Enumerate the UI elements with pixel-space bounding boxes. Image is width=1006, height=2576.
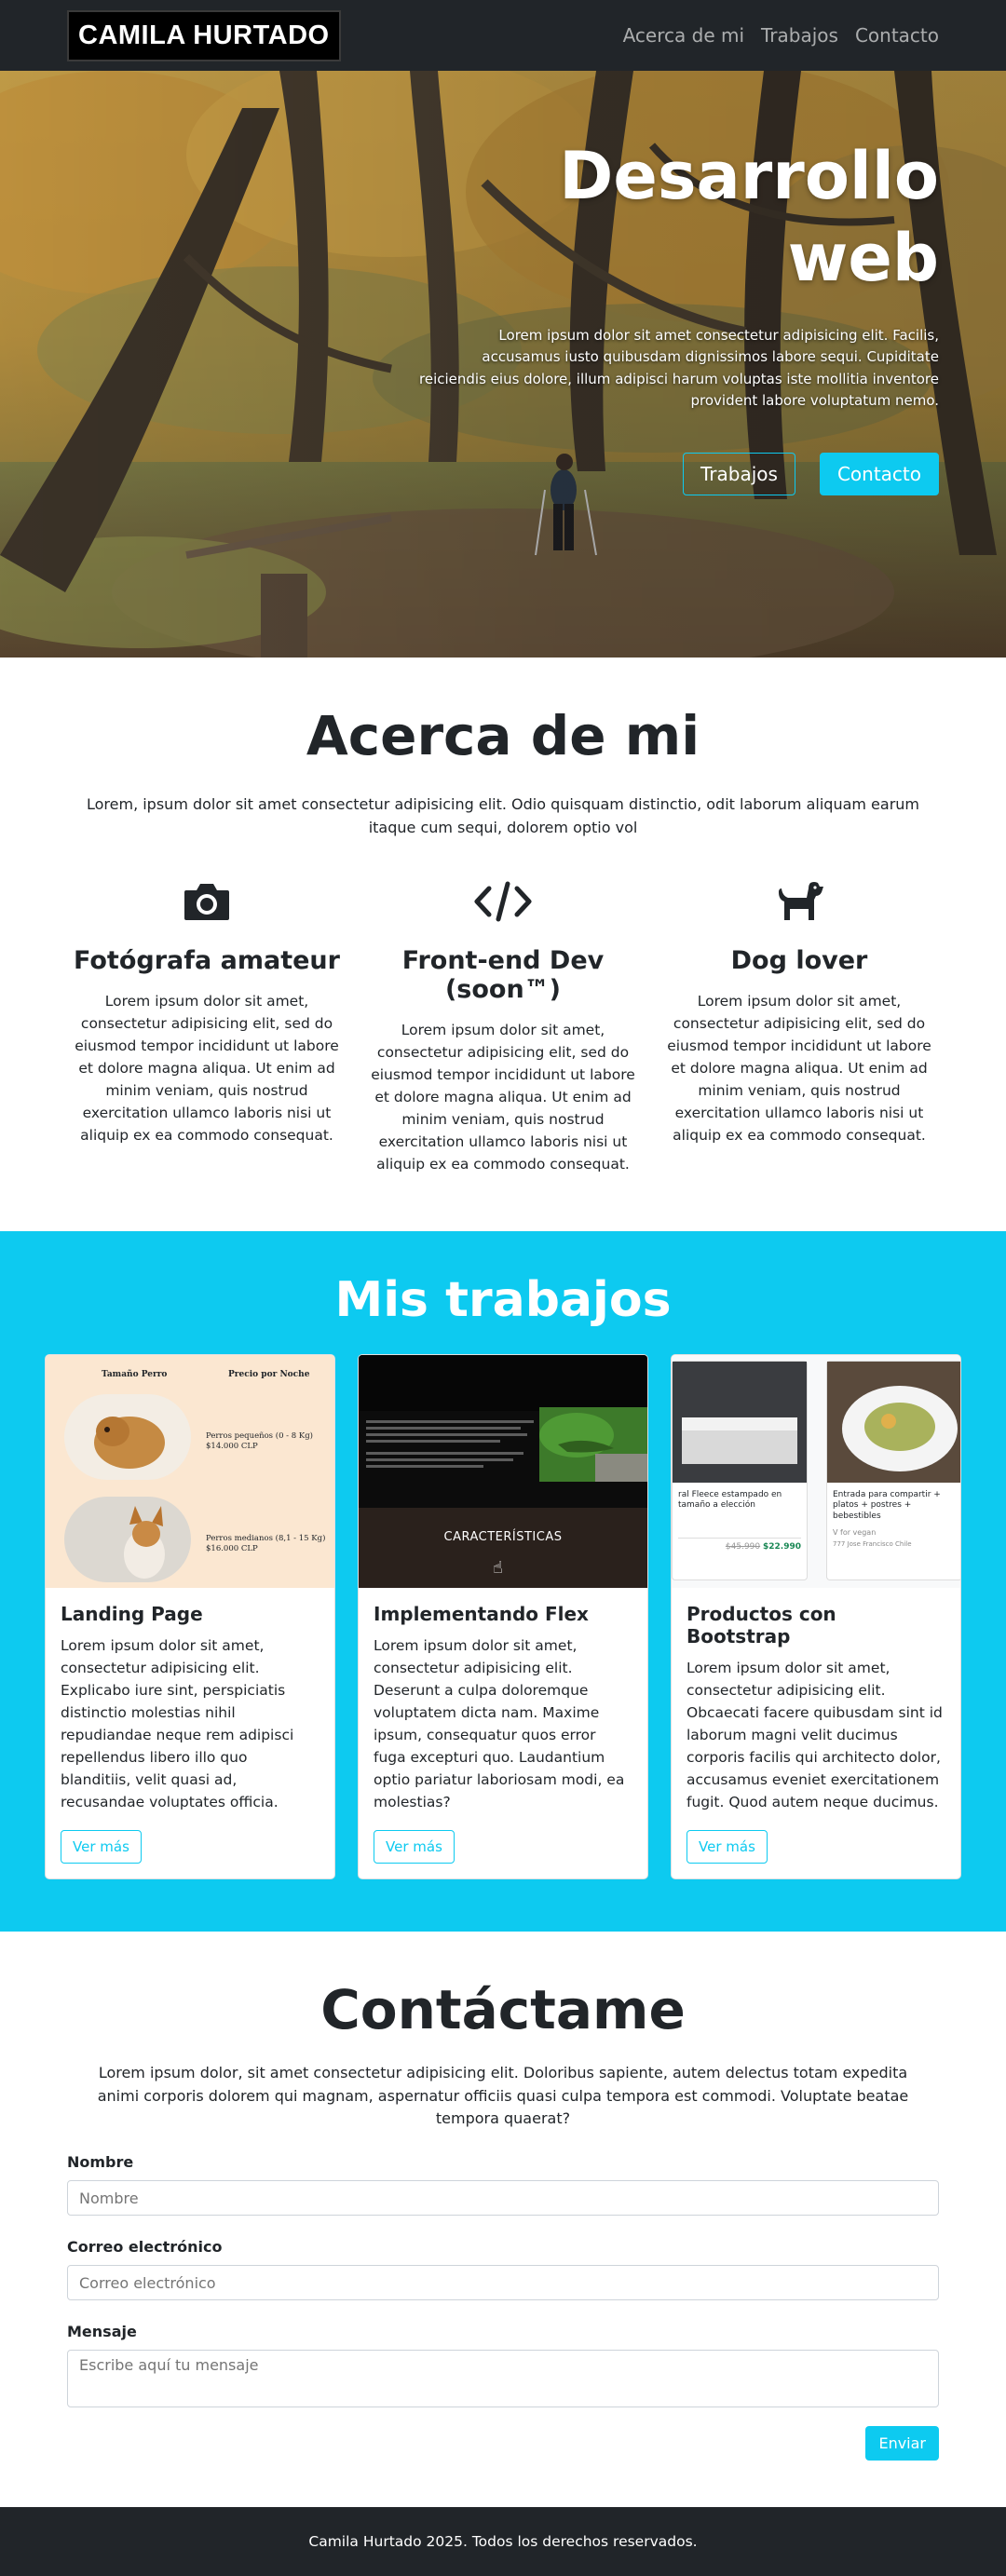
brand-logo[interactable]: CAMILA HURTADO (67, 9, 341, 61)
hero-title-line2: web (787, 219, 939, 296)
form-group-email: Correo electrónico (67, 2238, 939, 2301)
card-see-more-button[interactable]: Ver más (61, 1829, 142, 1864)
preview-col2: Precio por Noche (228, 1369, 310, 1379)
card-body: Implementando Flex Lorem ipsum dolor sit… (359, 1588, 647, 1878)
message-label: Mensaje (67, 2323, 137, 2341)
preview-product2-name: Entrada para compartir + platos + postre… (833, 1489, 941, 1522)
hero-content: Desarrollo web Lorem ipsum dolor sit ame… (417, 136, 939, 495)
hero-section: Desarrollo web Lorem ipsum dolor sit ame… (0, 71, 1006, 658)
work-card-landing: Tamaño Perro Precio por Noche Perros peq… (45, 1353, 335, 1879)
card-see-more-button[interactable]: Ver más (687, 1829, 768, 1864)
dog-photo-1 (64, 1393, 191, 1480)
feature-title: Fotógrafa amateur (74, 945, 340, 975)
card-text: Lorem ipsum dolor sit amet, consectetur … (61, 1636, 294, 1810)
about-title: Acerca de mi (306, 704, 700, 767)
preview-caption-band (359, 1507, 647, 1588)
message-textarea[interactable] (67, 2350, 939, 2408)
preview-row2: Perros medianos (8,1 - 15 Kg) $16.000 CL… (206, 1534, 325, 1554)
card-image-landing: Tamaño Perro Precio por Noche Perros peq… (46, 1354, 334, 1588)
feature-text: Lorem ipsum dolor sit amet, consectetur … (75, 992, 339, 1144)
card-see-more-button[interactable]: Ver más (374, 1829, 455, 1864)
preview-col1: Tamaño Perro (102, 1369, 168, 1379)
preview-product1-price-old: $45.990 (725, 1542, 761, 1552)
preview-row2-size: Perros medianos (8,1 - 15 Kg) (206, 1533, 326, 1543)
features: Fotógrafa amateur Lorem ipsum dolor sit … (67, 875, 939, 1175)
nav-link-contact[interactable]: Contacto (855, 24, 939, 47)
contact-section: Contáctame Lorem ipsum dolor, sit amet c… (0, 1932, 1006, 2507)
name-input[interactable] (67, 2180, 939, 2217)
preview-row2-price: $16.000 CLP (206, 1543, 258, 1553)
about-section: Acerca de mi Lorem, ipsum dolor sit amet… (0, 658, 1006, 1231)
contact-form: Nombre Correo electrónico Mensaje Enviar (67, 2153, 939, 2461)
about-lead: Lorem, ipsum dolor sit amet consectetur … (86, 795, 920, 836)
preview-product2-tag: V for vegan (833, 1527, 877, 1537)
preview-row1: Perros pequeños (0 - 8 Kg) $14.000 CLP (206, 1431, 313, 1452)
preview-product2-location: 777 Jose Francisco Chile (833, 1539, 912, 1548)
preview-row1-size: Perros pequeños (0 - 8 Kg) (206, 1430, 313, 1441)
nav-link-works[interactable]: Trabajos (761, 24, 838, 47)
hand-pointer-icon: ☝ (493, 1557, 503, 1578)
hero-contact-button[interactable]: Contacto (819, 453, 939, 495)
works-title: Mis trabajos (334, 1271, 672, 1328)
contact-title: Contáctame (320, 1977, 686, 2041)
lizard-photo (539, 1406, 647, 1482)
dog-photo-2 (64, 1496, 191, 1582)
card-body: Landing Page Lorem ipsum dolor sit amet,… (46, 1588, 334, 1878)
navbar: CAMILA HURTADO Acerca de mi Trabajos Con… (0, 0, 1006, 71)
feature-title: Dog lover (730, 945, 868, 975)
work-cards: Tamaño Perro Precio por Noche Perros peq… (45, 1353, 961, 1879)
name-label: Nombre (67, 2153, 134, 2172)
feature-photographer: Fotógrafa amateur Lorem ipsum dolor sit … (67, 875, 347, 1175)
card-title: Implementando Flex (374, 1602, 589, 1625)
code-icon (474, 881, 532, 922)
email-input[interactable] (67, 2265, 939, 2301)
preview-product1-price: $22.990 (763, 1542, 801, 1552)
preview-caption: CARACTERÍSTICAS (443, 1529, 563, 1544)
dog-icon (779, 881, 823, 920)
feature-text: Lorem ipsum dolor sit amet, consectetur … (371, 1021, 635, 1173)
card-image-bootstrap: ral Fleece estampado en tamaño a elecció… (672, 1354, 960, 1588)
hero-text: Lorem ipsum dolor sit amet consectetur a… (419, 327, 939, 409)
preview-text-lines (366, 1417, 534, 1471)
nav-link-about[interactable]: Acerca de mi (623, 24, 744, 47)
hero-works-button[interactable]: Trabajos (683, 453, 795, 495)
card-text: Lorem ipsum dolor sit amet, consectetur … (374, 1636, 625, 1810)
card-body: Productos con Bootstrap Lorem ipsum dolo… (672, 1588, 960, 1878)
feature-text: Lorem ipsum dolor sit amet, consectetur … (667, 992, 931, 1144)
feature-title: Front-end Dev (soon™) (401, 945, 605, 1004)
feature-dog-lover: Dog lover Lorem ipsum dolor sit amet, co… (659, 875, 939, 1175)
works-section: Mis trabajos Tamaño Perro Precio por Noc… (0, 1230, 1006, 1932)
preview-product-card-2: Entrada para compartir + platos + postre… (826, 1360, 960, 1580)
form-group-name: Nombre (67, 2153, 939, 2217)
camera-icon (184, 883, 229, 920)
form-group-message: Mensaje (67, 2323, 939, 2411)
email-label: Correo electrónico (67, 2238, 223, 2257)
preview-product-card-1: ral Fleece estampado en tamaño a elecció… (672, 1360, 808, 1580)
card-image-flex: CARACTERÍSTICAS ☝ (359, 1354, 647, 1588)
hero-title-line1: Desarrollo (559, 138, 939, 214)
card-title: Landing Page (61, 1602, 203, 1625)
work-card-flex: CARACTERÍSTICAS ☝ Implementando Flex Lor… (358, 1353, 648, 1879)
work-card-bootstrap: ral Fleece estampado en tamaño a elecció… (671, 1353, 961, 1879)
preview-product1-name: ral Fleece estampado en tamaño a elecció… (678, 1489, 782, 1511)
footer: Camila Hurtado 2025. Todos los derechos … (0, 2507, 1006, 2576)
footer-text: Camila Hurtado 2025. Todos los derechos … (308, 2533, 698, 2551)
form-actions: Enviar (67, 2426, 939, 2461)
card-title: Productos con Bootstrap (687, 1602, 836, 1647)
preview-row1-price: $14.000 CLP (206, 1441, 258, 1451)
send-button[interactable]: Enviar (865, 2426, 939, 2461)
preview-product1-prices: $45.990 $22.990 (678, 1538, 801, 1552)
feature-frontend: Front-end Dev (soon™) Lorem ipsum dolor … (363, 875, 643, 1175)
hero-title: Desarrollo web (417, 136, 939, 299)
card-text: Lorem ipsum dolor sit amet, consectetur … (687, 1659, 943, 1810)
contact-lead: Lorem ipsum dolor, sit amet consectetur … (97, 2063, 909, 2128)
hero-buttons: Trabajos Contacto (417, 453, 939, 495)
nav-links: Acerca de mi Trabajos Contacto (623, 24, 939, 47)
